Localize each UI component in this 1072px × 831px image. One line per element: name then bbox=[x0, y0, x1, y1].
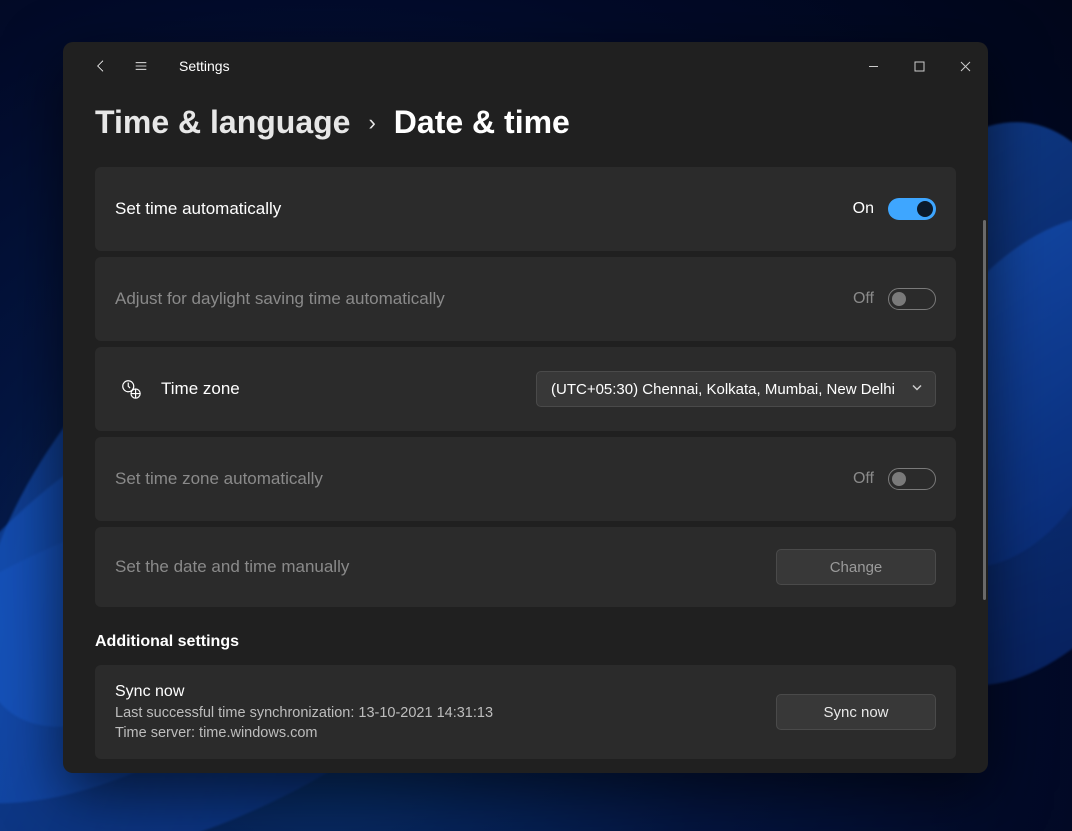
row-sync-now: Sync now Last successful time synchroniz… bbox=[95, 665, 956, 759]
row-set-time-automatically: Set time automatically On bbox=[95, 167, 956, 251]
toggle-set-time-automatically[interactable] bbox=[888, 198, 936, 220]
page-title: Date & time bbox=[394, 104, 570, 141]
chevron-down-icon bbox=[911, 381, 923, 398]
window-controls bbox=[850, 50, 988, 82]
row-set-manually: Set the date and time manually Change bbox=[95, 527, 956, 607]
row-label: Adjust for daylight saving time automati… bbox=[115, 289, 445, 309]
row-auto-timezone: Set time zone automatically Off bbox=[95, 437, 956, 521]
row-label: Set the date and time manually bbox=[115, 557, 349, 577]
sync-last: Last successful time synchronization: 13… bbox=[115, 705, 493, 721]
breadcrumb: Time & language › Date & time bbox=[95, 104, 956, 141]
menu-button[interactable] bbox=[121, 46, 161, 86]
row-dst: Adjust for daylight saving time automati… bbox=[95, 257, 956, 341]
row-label: Time zone bbox=[161, 379, 240, 399]
toggle-auto-timezone[interactable] bbox=[888, 468, 936, 490]
content-area: Time & language › Date & time Set time a… bbox=[63, 90, 988, 773]
toggle-status: Off bbox=[853, 290, 874, 308]
sync-now-button[interactable]: Sync now bbox=[776, 694, 936, 730]
timezone-select[interactable]: (UTC+05:30) Chennai, Kolkata, Mumbai, Ne… bbox=[536, 371, 936, 407]
back-button[interactable] bbox=[81, 46, 121, 86]
row-label: Set time automatically bbox=[115, 199, 281, 219]
sync-server: Time server: time.windows.com bbox=[115, 725, 493, 741]
scrollbar[interactable] bbox=[983, 220, 986, 600]
minimize-button[interactable] bbox=[850, 50, 896, 82]
settings-window: Settings Time & language › Date & time S… bbox=[63, 42, 988, 773]
breadcrumb-parent[interactable]: Time & language bbox=[95, 104, 350, 141]
section-additional-settings: Additional settings bbox=[95, 633, 956, 651]
toggle-dst[interactable] bbox=[888, 288, 936, 310]
sync-title: Sync now bbox=[115, 683, 493, 701]
timezone-value: (UTC+05:30) Chennai, Kolkata, Mumbai, Ne… bbox=[551, 381, 895, 398]
close-button[interactable] bbox=[942, 50, 988, 82]
app-title: Settings bbox=[179, 58, 230, 74]
chevron-right-icon: › bbox=[368, 110, 375, 136]
title-bar: Settings bbox=[63, 42, 988, 90]
globe-clock-icon bbox=[115, 378, 147, 400]
toggle-status: On bbox=[853, 200, 874, 218]
change-button[interactable]: Change bbox=[776, 549, 936, 585]
row-time-zone: Time zone (UTC+05:30) Chennai, Kolkata, … bbox=[95, 347, 956, 431]
maximize-button[interactable] bbox=[896, 50, 942, 82]
row-label: Set time zone automatically bbox=[115, 469, 323, 489]
toggle-status: Off bbox=[853, 470, 874, 488]
